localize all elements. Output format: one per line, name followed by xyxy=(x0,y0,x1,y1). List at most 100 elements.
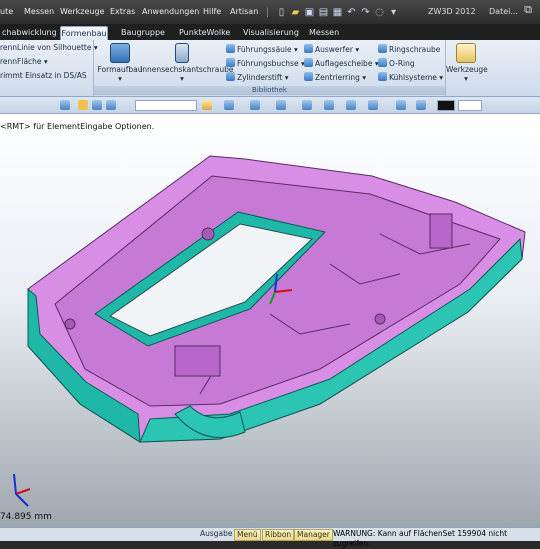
print-icon[interactable]: ▦ xyxy=(332,7,343,18)
warning-message: WARNUNG: Kann auf FlächenSet 159904 nich… xyxy=(333,529,508,548)
undo-icon[interactable]: ↶ xyxy=(346,7,357,18)
display-mode-icon[interactable] xyxy=(346,100,356,110)
chevron-down-icon[interactable]: ▾ xyxy=(388,7,399,18)
ribbon-toggle-button[interactable]: Ribbon xyxy=(262,529,295,541)
ringschraube-label: Ringschraube xyxy=(389,45,441,54)
graphics-viewport[interactable] xyxy=(0,114,540,527)
render-icon[interactable] xyxy=(368,100,378,110)
innensechskantschraube-label: Innensechskantschraube xyxy=(140,65,234,74)
select-icon[interactable]: ◌ xyxy=(374,7,385,18)
filter-dropdown[interactable] xyxy=(135,100,197,111)
snap-icon[interactable] xyxy=(106,100,116,110)
separator-icon: | xyxy=(265,6,270,18)
ribbon-group-bibliothek: Formaufbau ▾ Innensechskantschraube ▾ Fü… xyxy=(94,40,446,96)
ribbon-tabs: chabwicklung Formenbau Baugruppe PunkteW… xyxy=(0,24,540,41)
o-ring-button[interactable]: O-Ring xyxy=(378,58,415,68)
part-model[interactable] xyxy=(0,114,540,527)
dowel-pin-icon xyxy=(226,72,235,81)
eye-bolt-icon xyxy=(378,44,387,53)
global-axis-z xyxy=(13,473,17,495)
global-axis-y xyxy=(15,493,29,507)
app-title: ZW3D 2012 xyxy=(428,7,476,16)
innensechskantschraube-button[interactable]: Innensechskantschraube ▾ xyxy=(140,43,234,83)
open-folder-icon[interactable]: ▰ xyxy=(290,7,301,18)
fuehrungsbuchse-label: Führungsbuchse xyxy=(237,59,299,68)
save-icon[interactable]: ▣ xyxy=(304,7,315,18)
menu-item-extras[interactable]: Extras xyxy=(110,7,135,16)
part-boss xyxy=(429,213,453,249)
command-prompt: <RMT> für ElementEingabe Optionen. xyxy=(0,122,155,131)
rotate-icon[interactable] xyxy=(324,100,334,110)
tab-formenbau[interactable]: Formenbau xyxy=(60,26,108,41)
werkzeuge-button[interactable]: Werkzeuge ▾ xyxy=(446,43,488,83)
wireframe-view-icon[interactable] xyxy=(250,100,260,110)
fuehrungssaeule-label: Führungssäule xyxy=(237,45,292,54)
pan-icon[interactable] xyxy=(302,100,312,110)
auswerfer-label: Auswerfer xyxy=(315,45,353,54)
ribbon-item-trennlinie[interactable]: rennLinie von Silhouette ▾ xyxy=(0,43,98,52)
menu-item-artisan[interactable]: Artisan xyxy=(230,7,258,16)
view-toolbar xyxy=(0,97,540,114)
ribbon-group-label: Bibliothek xyxy=(94,86,445,95)
guide-pillar-icon xyxy=(226,44,235,53)
redo-icon[interactable]: ↷ xyxy=(360,7,371,18)
restore-window-icon[interactable]: ⧉ xyxy=(518,3,538,19)
auflagescheibe-button[interactable]: Auflagescheibe ▾ xyxy=(304,58,379,68)
locating-ring-icon xyxy=(304,72,313,81)
o-ring-icon xyxy=(378,58,387,67)
tools-icon xyxy=(456,43,476,63)
color-icon[interactable] xyxy=(416,100,426,110)
menu-item-werkzeuge[interactable]: Werkzeuge xyxy=(60,7,104,16)
zentrierring-button[interactable]: Zentrierring ▾ xyxy=(304,72,366,82)
ribbon-item-label: rennFläche xyxy=(0,57,42,66)
ribbon-item-einsatz[interactable]: rimmt Einsatz in DS/AS xyxy=(0,71,87,80)
part-hole xyxy=(64,318,76,330)
file-name: Datei... xyxy=(489,7,518,16)
auswerfer-button[interactable]: Auswerfer ▾ xyxy=(304,44,359,54)
formaufbau-button[interactable]: Formaufbau ▾ xyxy=(96,43,144,83)
tab-messen[interactable]: Messen xyxy=(309,26,339,40)
select-tool-icon[interactable] xyxy=(92,100,102,110)
view-cube-icon[interactable] xyxy=(202,100,212,110)
kuehlsysteme-label: Kühlsysteme xyxy=(389,73,437,82)
zylinderstift-button[interactable]: Zylinderstift ▾ xyxy=(226,72,289,82)
tab-punktewolke[interactable]: PunkteWolke xyxy=(179,26,230,40)
ejector-icon xyxy=(304,44,313,53)
layer-icon[interactable] xyxy=(396,100,406,110)
menu-bar: ute Messen Werkzeuge Extras Anwendungen … xyxy=(0,0,540,24)
werkzeuge-label: Werkzeuge xyxy=(446,65,488,74)
socket-screw-icon xyxy=(175,43,189,63)
ringschraube-button[interactable]: Ringschraube xyxy=(378,44,440,54)
guide-bush-icon xyxy=(226,58,235,67)
fuehrungssaeule-button[interactable]: Führungssäule ▾ xyxy=(226,44,298,54)
o-ring-label: O-Ring xyxy=(389,59,415,68)
line-style-dropdown[interactable] xyxy=(458,100,482,111)
shaded-view-icon[interactable] xyxy=(224,100,234,110)
menu-item-hilfe[interactable]: Hilfe xyxy=(203,7,221,16)
line-color-swatch[interactable] xyxy=(437,100,455,111)
tab-visualisierung[interactable]: Visualisierung xyxy=(243,26,299,40)
menu-item-messen[interactable]: Messen xyxy=(24,7,54,16)
output-tab[interactable]: Ausgabe xyxy=(200,529,233,539)
menu-item-ute[interactable]: ute xyxy=(0,7,13,16)
mold-base-icon xyxy=(110,43,130,63)
manager-toggle-button[interactable]: Manager xyxy=(294,529,333,541)
chevron-down-icon: ▾ xyxy=(118,74,122,83)
save-as-icon[interactable]: ▤ xyxy=(318,7,329,18)
fuehrungsbuchse-button[interactable]: Führungsbuchse ▾ xyxy=(226,58,305,68)
ribbon-panel: rennLinie von Silhouette ▾ rennFläche ▾ … xyxy=(0,40,540,97)
support-plate-icon xyxy=(304,58,313,67)
tab-baugruppe[interactable]: Baugruppe xyxy=(121,26,165,40)
menu-toggle-button[interactable]: Menü xyxy=(234,529,261,541)
filter-icon[interactable] xyxy=(60,100,70,110)
pick-icon[interactable] xyxy=(78,100,88,110)
quick-access-toolbar: | ▯ ▰ ▣ ▤ ▦ ↶ ↷ ◌ ▾ xyxy=(262,5,399,19)
zoom-icon[interactable] xyxy=(276,100,286,110)
ribbon-item-label: rennLinie von Silhouette xyxy=(0,43,92,52)
ribbon-item-trennflaeche[interactable]: rennFläche ▾ xyxy=(0,57,48,66)
cooling-system-icon xyxy=(378,72,387,81)
new-file-icon[interactable]: ▯ xyxy=(276,7,287,18)
menu-item-anwendungen[interactable]: Anwendungen xyxy=(142,7,199,16)
tab-blechabwicklung[interactable]: chabwicklung xyxy=(2,26,58,40)
kuehlsysteme-button[interactable]: Kühlsysteme ▾ xyxy=(378,72,443,82)
